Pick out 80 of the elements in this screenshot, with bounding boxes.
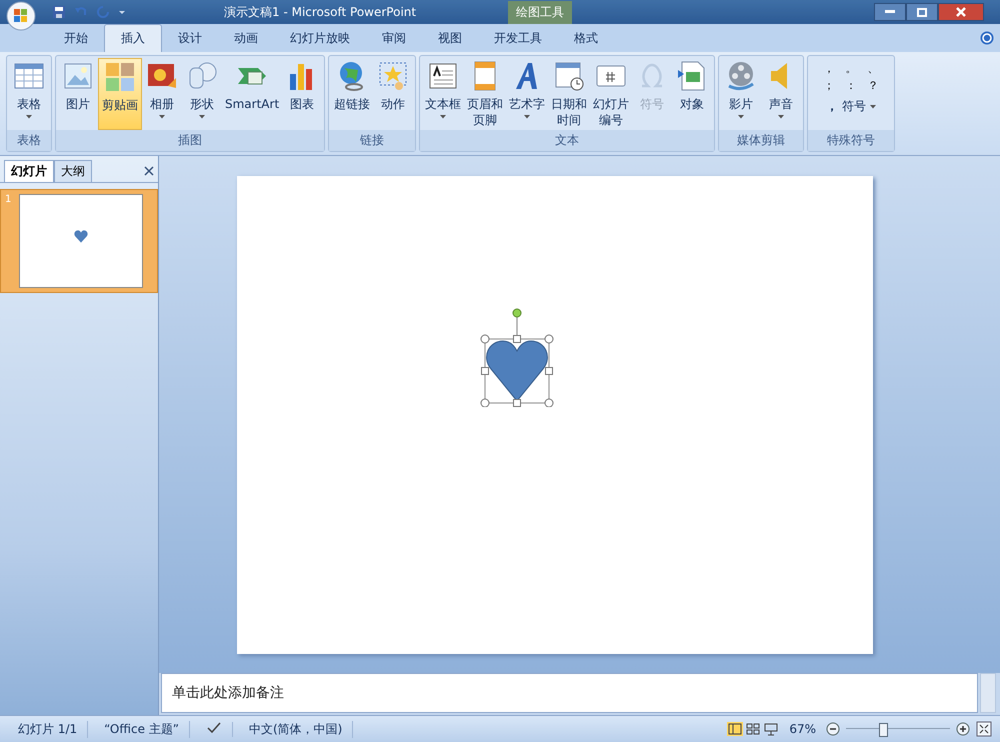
calendar-clock-icon bbox=[553, 60, 586, 92]
ribbon-button[interactable]: 声音 bbox=[761, 58, 802, 130]
ribbon-button[interactable]: 表格 bbox=[9, 58, 49, 130]
ribbon-tab[interactable]: 视图 bbox=[422, 25, 478, 52]
star-action-icon bbox=[377, 60, 410, 92]
group-label: 文本 bbox=[420, 130, 714, 151]
group-label: 媒体剪辑 bbox=[719, 130, 804, 151]
ribbon-tab[interactable]: 动画 bbox=[218, 25, 274, 52]
scroll-bar[interactable] bbox=[980, 673, 996, 713]
symbol-button[interactable]: 、 bbox=[862, 60, 884, 77]
dropdown-arrow-icon bbox=[524, 115, 530, 119]
ribbon-button[interactable]: SmartArt bbox=[222, 58, 282, 130]
ribbon-button[interactable]: 影片 bbox=[721, 58, 762, 130]
ribbon-button[interactable]: 超链接 bbox=[331, 58, 374, 130]
theme-name: “Office 主题” bbox=[94, 720, 190, 738]
ribbon-tab[interactable]: 设计 bbox=[162, 25, 218, 52]
ribbon-button[interactable]: 对象 bbox=[672, 58, 712, 130]
restore-icon bbox=[917, 8, 927, 16]
close-icon bbox=[956, 7, 966, 17]
minimize-button[interactable] bbox=[874, 3, 906, 21]
ribbon-button[interactable]: 艺术字 bbox=[506, 58, 548, 130]
zoom-out-icon[interactable] bbox=[826, 722, 840, 736]
dropdown-arrow-icon bbox=[199, 115, 205, 119]
ribbon-button[interactable]: 图表 bbox=[282, 58, 322, 130]
ribbon-button[interactable]: 形状 bbox=[182, 58, 222, 130]
symbol-button[interactable]: 。 bbox=[840, 60, 862, 77]
help-icon[interactable] bbox=[980, 31, 994, 45]
ribbon-button[interactable]: 动作 bbox=[373, 58, 414, 130]
dropdown-arrow-icon bbox=[870, 104, 876, 108]
window-title: 演示文稿1 - Microsoft PowerPoint bbox=[224, 4, 416, 20]
dropdown-arrow-icon bbox=[159, 115, 165, 119]
ribbon-button[interactable]: 文本框 bbox=[422, 58, 464, 130]
dropdown-arrow-icon bbox=[738, 115, 744, 119]
zoom-level[interactable]: 67% bbox=[789, 722, 816, 736]
zoom-in-icon[interactable] bbox=[956, 722, 970, 736]
symbol-button[interactable]: ， bbox=[818, 60, 840, 77]
ribbon-tab[interactable]: 插入 bbox=[104, 24, 162, 52]
customize-icon[interactable] bbox=[118, 8, 126, 16]
slide-counter: 幻灯片 1/1 bbox=[8, 720, 88, 738]
ribbon-tab[interactable]: 开始 bbox=[48, 25, 104, 52]
maximize-button[interactable] bbox=[906, 3, 938, 21]
group-label: 表格 bbox=[7, 130, 51, 151]
ribbon-button[interactable]: 相册 bbox=[142, 58, 182, 130]
slide-show-icon[interactable] bbox=[763, 722, 780, 736]
ribbon-tab[interactable]: 审阅 bbox=[366, 25, 422, 52]
selected-heart-shape[interactable] bbox=[478, 307, 554, 407]
slide-number: 1 bbox=[5, 194, 12, 207]
ribbon-button[interactable]: 幻灯片编号 bbox=[590, 58, 632, 130]
fit-window-icon[interactable] bbox=[976, 721, 992, 737]
dropdown-arrow-icon bbox=[778, 115, 784, 119]
symbol-button[interactable]: ？ bbox=[862, 77, 884, 94]
notes-field[interactable]: 单击此处添加备注 bbox=[161, 673, 978, 713]
symbol-dropdown-button[interactable]: ， 符号 bbox=[826, 98, 876, 115]
contextual-tab-label: 绘图工具 bbox=[508, 0, 572, 24]
dropdown-arrow-icon bbox=[440, 115, 446, 119]
group-label: 插图 bbox=[56, 130, 324, 151]
dropdown-arrow-icon bbox=[26, 115, 32, 119]
normal-view-icon[interactable] bbox=[727, 722, 744, 736]
ribbon-tab[interactable]: 幻灯片放映 bbox=[274, 25, 366, 52]
panel-tab[interactable]: 幻灯片 bbox=[4, 160, 54, 182]
close-button[interactable] bbox=[938, 3, 984, 21]
slide-sorter-icon[interactable] bbox=[745, 722, 762, 736]
group-label: 特殊符号 bbox=[808, 130, 894, 151]
heart-icon bbox=[74, 230, 88, 242]
language-indicator[interactable]: 中文(简体，中国) bbox=[239, 720, 354, 738]
ribbon-button[interactable]: 图片 bbox=[58, 58, 98, 130]
minimize-icon bbox=[885, 10, 895, 14]
group-label: 链接 bbox=[329, 130, 416, 151]
symbol-button[interactable]: ； bbox=[818, 77, 840, 94]
panel-tab[interactable]: 大纲 bbox=[54, 160, 92, 182]
ribbon-button[interactable]: 页眉和页脚 bbox=[464, 58, 506, 130]
clip-art-icon bbox=[104, 61, 136, 93]
symbol-button[interactable]: ： bbox=[840, 77, 862, 94]
ribbon-tab[interactable]: 格式 bbox=[558, 25, 614, 52]
ribbon-tab[interactable]: 开发工具 bbox=[478, 25, 558, 52]
spell-check-icon[interactable] bbox=[206, 722, 222, 734]
save-icon[interactable] bbox=[52, 5, 66, 19]
ribbon-button[interactable]: 日期和时间 bbox=[548, 58, 590, 130]
close-icon[interactable] bbox=[144, 166, 154, 176]
ribbon-button[interactable]: 剪贴画 bbox=[98, 58, 142, 130]
